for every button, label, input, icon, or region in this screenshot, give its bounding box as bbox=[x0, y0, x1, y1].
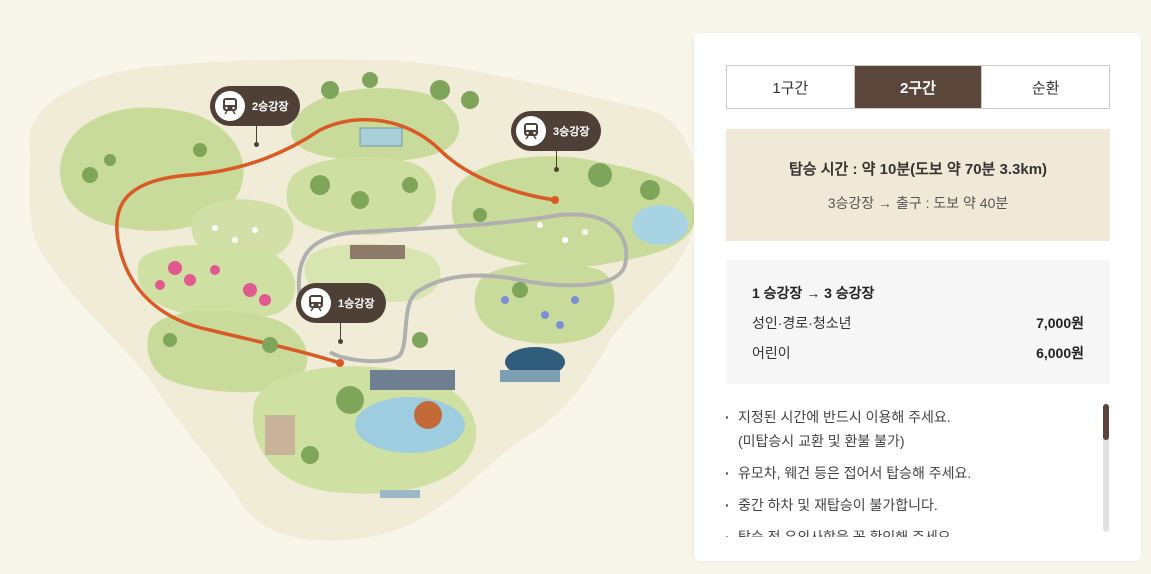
train-icon bbox=[215, 91, 245, 121]
notes-scrollbar-thumb[interactable] bbox=[1103, 404, 1109, 440]
note-text: 유모차, 웨건 등은 접어서 탑승해 주세요. bbox=[738, 465, 972, 481]
note-item: 중간 하차 및 재탑승이 불가합니다. bbox=[722, 493, 1077, 517]
map-pond-right bbox=[632, 205, 688, 245]
section-tabs: 1구간 2구간 순환 bbox=[726, 65, 1110, 109]
notes-scrollbar[interactable] bbox=[1103, 404, 1109, 532]
station-label: 3승강장 bbox=[553, 126, 590, 138]
station-pin-dot bbox=[554, 167, 559, 172]
fare-title: 1 승강장 → 3 승강장 bbox=[752, 285, 875, 301]
station-label: 2승강장 bbox=[252, 101, 289, 113]
map-hut bbox=[380, 490, 420, 498]
tab-section-1[interactable]: 1구간 bbox=[727, 66, 854, 108]
train-icon bbox=[516, 116, 546, 146]
station-3-marker[interactable]: 3승강장 bbox=[511, 111, 602, 151]
note-text: 중간 하차 및 재탑승이 불가합니다. bbox=[738, 497, 938, 513]
park-map[interactable]: 2승강장 3승강장 1승강장 bbox=[0, 0, 700, 574]
station-pin-dot bbox=[254, 142, 259, 147]
fare-row: 성인·경로·청소년 7,000원 bbox=[752, 313, 1084, 333]
fare-row: 어린이 6,000원 bbox=[752, 343, 1084, 363]
fare-box: 1 승강장 → 3 승강장 성인·경로·청소년 7,000원 어린이 6,000… bbox=[726, 260, 1110, 384]
note-text-sub: (미탑승시 교환 및 환불 불가) bbox=[738, 433, 905, 449]
ride-time-main: 탑승 시간 : 약 10분(도보 약 70분 3.3km) bbox=[788, 161, 1048, 178]
notes-list[interactable]: 지정된 시간에 반드시 이용해 주세요. (미탑승시 교환 및 환불 불가) 유… bbox=[722, 405, 1077, 537]
map-building-south bbox=[370, 370, 455, 390]
station-label: 1승강장 bbox=[338, 298, 375, 310]
map-building-center bbox=[350, 245, 405, 259]
ride-time-box: 탑승 시간 : 약 10분(도보 약 70분 3.3km) 3승강장 → 출구 … bbox=[726, 129, 1110, 241]
map-pond bbox=[355, 397, 465, 453]
tab-section-2[interactable]: 2구간 bbox=[853, 66, 982, 108]
note-item: 지정된 시간에 반드시 이용해 주세요. (미탑승시 교환 및 환불 불가) bbox=[722, 405, 1077, 453]
station-1-marker[interactable]: 1승강장 bbox=[296, 283, 387, 323]
fare-label: 성인·경로·청소년 bbox=[752, 315, 852, 331]
map-duck bbox=[414, 401, 442, 429]
train-icon bbox=[301, 288, 331, 318]
map-building-left bbox=[265, 415, 295, 455]
ride-time-walk: 3승강장 → 출구 : 도보 약 40분 bbox=[827, 195, 1009, 211]
map-pavilion bbox=[500, 370, 560, 382]
route-end-dot bbox=[551, 196, 559, 204]
note-item: 유모차, 웨건 등은 접어서 탑승해 주세요. bbox=[722, 461, 1077, 485]
note-item: 탑승 전 유의사항을 꼭 확인해 주세요. bbox=[722, 525, 1077, 537]
tab-circular[interactable]: 순환 bbox=[981, 66, 1109, 108]
info-panel: 1구간 2구간 순환 탑승 시간 : 약 10분(도보 약 70분 3.3km)… bbox=[694, 33, 1141, 561]
note-text: 탑승 전 유의사항을 꼭 확인해 주세요. bbox=[738, 529, 955, 537]
route-start-dot bbox=[336, 359, 344, 367]
station-pin-dot bbox=[338, 339, 343, 344]
fare-price: 7,000원 bbox=[1036, 315, 1084, 331]
station-2-marker[interactable]: 2승강장 bbox=[210, 86, 301, 126]
map-greenhouse bbox=[359, 127, 403, 147]
note-text: 지정된 시간에 반드시 이용해 주세요. bbox=[738, 409, 951, 425]
fare-price: 6,000원 bbox=[1036, 345, 1084, 361]
fare-label: 어린이 bbox=[752, 345, 791, 361]
